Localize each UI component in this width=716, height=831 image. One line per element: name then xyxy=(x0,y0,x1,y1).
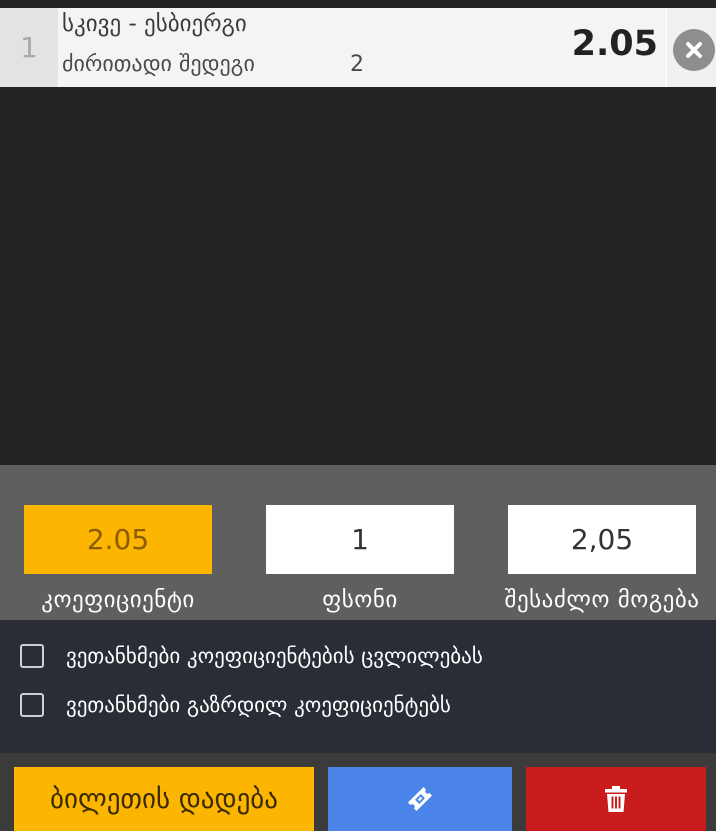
stake-input[interactable]: 1 xyxy=(266,505,454,574)
agree-boosted-odds-option[interactable]: ვეთანხმები გაზრდილ კოეფიციენტებს xyxy=(20,693,451,717)
place-bet-button[interactable]: ბილეთის დადება xyxy=(14,767,314,831)
bet-slip-item: 1 სკივე - ესბიერგი ძირითადი შედეგი 2 2.0… xyxy=(0,8,716,87)
bet-index: 1 xyxy=(0,8,58,87)
trash-icon xyxy=(605,786,627,812)
agree-boosted-odds-checkbox[interactable] xyxy=(20,693,44,717)
bet-details: სკივე - ესბიერგი ძირითადი შედეგი 2 2.05 xyxy=(58,8,666,87)
bet-odds: 2.05 xyxy=(571,24,658,64)
action-bar: ბილეთის დადება xyxy=(0,753,716,831)
agree-odds-change-checkbox[interactable] xyxy=(20,644,44,668)
odds-label: კოეფიციენტი xyxy=(41,587,195,613)
agreements-panel: ვეთანხმები კოეფიციენტების ცვლილებას ვეთა… xyxy=(0,620,716,753)
agree-odds-change-label: ვეთანხმები კოეფიციენტების ცვლილებას xyxy=(66,644,483,668)
ticket-button[interactable] xyxy=(328,767,512,831)
stake-panel: 2.05 1 2,05 კოეფიციენტი ფსონი შესაძლო მო… xyxy=(0,465,716,620)
agree-boosted-odds-label: ვეთანხმები გაზრდილ კოეფიციენტებს xyxy=(66,693,451,717)
stake-label: ფსონი xyxy=(322,587,398,613)
possible-win-label: შესაძლო მოგება xyxy=(504,587,700,613)
bet-market-name: ძირითადი შედეგი xyxy=(62,52,255,77)
clear-slip-button[interactable] xyxy=(526,767,706,831)
close-icon xyxy=(686,42,702,58)
possible-win-field: 2,05 xyxy=(508,505,696,574)
bet-outcome: 2 xyxy=(350,52,364,77)
ticket-icon xyxy=(407,786,433,812)
divider xyxy=(666,8,667,87)
odds-field: 2.05 xyxy=(24,505,212,574)
remove-bet-button[interactable] xyxy=(673,29,715,71)
bet-event-name: სკივე - ესბიერგი xyxy=(62,11,247,37)
agree-odds-change-option[interactable]: ვეთანხმები კოეფიციენტების ცვლილებას xyxy=(20,644,483,668)
